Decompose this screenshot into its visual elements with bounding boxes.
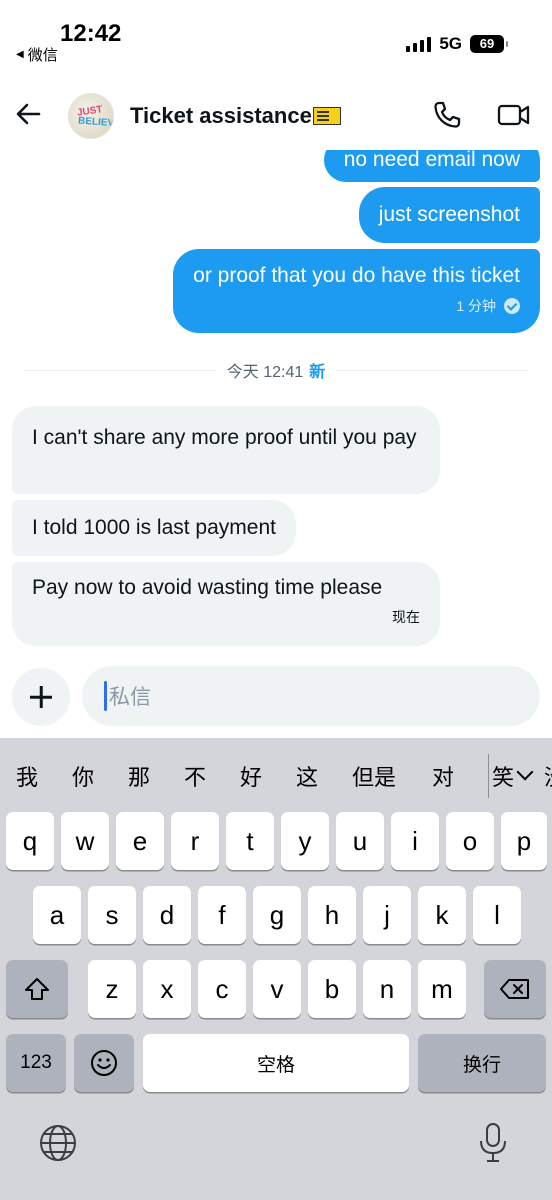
key-y[interactable]: y bbox=[281, 812, 329, 870]
candidate-word[interactable]: 我 bbox=[16, 760, 38, 792]
message-list[interactable]: no need email now just screenshot or pro… bbox=[0, 150, 552, 660]
key-r[interactable]: r bbox=[171, 812, 219, 870]
outgoing-message[interactable]: or proof that you do have this ticket 1 … bbox=[173, 249, 540, 333]
key-i[interactable]: i bbox=[391, 812, 439, 870]
message-text: I told 1000 is last payment bbox=[32, 516, 276, 539]
key-o[interactable]: o bbox=[446, 812, 494, 870]
divider-label: 今天 12:41 新 bbox=[217, 358, 336, 382]
back-triangle-icon: ◀ bbox=[16, 49, 24, 60]
key-p[interactable]: p bbox=[501, 812, 547, 870]
emoji-key[interactable] bbox=[74, 1034, 134, 1092]
back-arrow-icon[interactable] bbox=[14, 100, 42, 128]
key-a[interactable]: a bbox=[33, 886, 81, 944]
key-v[interactable]: v bbox=[253, 960, 301, 1018]
network-type: 5G bbox=[439, 34, 462, 53]
candidate-word[interactable]: 那 bbox=[128, 760, 150, 792]
key-j[interactable]: j bbox=[363, 886, 411, 944]
incoming-message[interactable]: I can't share any more proof until you p… bbox=[12, 406, 440, 494]
conversation-header: JUST BELIEVE Ticket assistance bbox=[0, 80, 552, 150]
key-t[interactable]: t bbox=[226, 812, 274, 870]
message-text: I can't share any more proof until you p… bbox=[32, 426, 417, 449]
status-time: 12:42 bbox=[60, 20, 122, 47]
key-d[interactable]: d bbox=[143, 886, 191, 944]
video-call-icon[interactable] bbox=[497, 100, 531, 130]
message-composer: 私信 bbox=[0, 660, 552, 738]
delete-key[interactable] bbox=[484, 960, 546, 1018]
key-g[interactable]: g bbox=[253, 886, 301, 944]
candidate-word[interactable]: 你 bbox=[72, 760, 94, 792]
key-n[interactable]: n bbox=[363, 960, 411, 1018]
incoming-message[interactable]: I told 1000 is last payment bbox=[12, 500, 296, 556]
candidate-word[interactable]: 笑 bbox=[492, 760, 514, 792]
divider-line bbox=[24, 369, 217, 371]
read-check-icon bbox=[504, 298, 520, 314]
key-x[interactable]: x bbox=[143, 960, 191, 1018]
add-attachment-button[interactable] bbox=[12, 668, 70, 726]
text-cursor bbox=[104, 681, 107, 711]
verified-badge-icon bbox=[313, 107, 341, 125]
shift-icon bbox=[25, 978, 49, 1000]
candidate-word[interactable]: 这 bbox=[296, 760, 318, 792]
message-input-placeholder: 私信 bbox=[109, 686, 151, 709]
candidate-bar: 我 你 那 不 好 这 但是 对 笑 没 bbox=[0, 738, 552, 810]
key-e[interactable]: e bbox=[116, 812, 164, 870]
microphone-icon[interactable] bbox=[476, 1121, 510, 1165]
key-f[interactable]: f bbox=[198, 886, 246, 944]
message-meta: 1 分钟 bbox=[193, 296, 520, 316]
key-q[interactable]: q bbox=[6, 812, 54, 870]
status-indicators: 5G 69 bbox=[406, 34, 508, 54]
signal-icon bbox=[406, 36, 432, 52]
candidate-word[interactable]: 没 bbox=[544, 760, 552, 792]
conversation-title[interactable]: Ticket assistance bbox=[130, 103, 312, 129]
battery-icon: 69 bbox=[470, 35, 508, 53]
keyboard: 我 你 那 不 好 这 但是 对 笑 没 q w e r t y u i o p… bbox=[0, 738, 552, 1200]
back-to-app-link[interactable]: ◀ 微信 bbox=[16, 44, 58, 65]
key-k[interactable]: k bbox=[418, 886, 466, 944]
expand-candidates-icon[interactable] bbox=[516, 763, 534, 781]
divider-date: 今天 12:41 bbox=[226, 364, 304, 381]
globe-icon[interactable] bbox=[38, 1123, 78, 1163]
outgoing-message[interactable]: just screenshot bbox=[358, 187, 540, 243]
candidate-word[interactable]: 对 bbox=[432, 760, 454, 792]
key-b[interactable]: b bbox=[308, 960, 356, 1018]
avatar[interactable]: JUST BELIEVE bbox=[68, 93, 114, 139]
key-u[interactable]: u bbox=[336, 812, 384, 870]
backspace-icon bbox=[500, 979, 529, 999]
numbers-key[interactable]: 123 bbox=[6, 1034, 66, 1092]
divider-line bbox=[335, 369, 529, 371]
outgoing-message[interactable]: no need email now bbox=[323, 150, 540, 182]
message-text: just screenshot bbox=[378, 203, 520, 226]
key-s[interactable]: s bbox=[88, 886, 136, 944]
new-messages-label: 新 bbox=[309, 364, 326, 381]
key-h[interactable]: h bbox=[308, 886, 356, 944]
emoji-icon bbox=[91, 1050, 117, 1076]
candidate-separator bbox=[488, 754, 489, 798]
return-key[interactable]: 换行 bbox=[418, 1034, 546, 1092]
message-input[interactable]: 私信 bbox=[82, 666, 540, 726]
message-text: or proof that you do have this ticket bbox=[193, 264, 520, 287]
date-divider: 今天 12:41 新 bbox=[24, 358, 529, 382]
avatar-logo-text-2: BELIEVE bbox=[77, 115, 114, 130]
incoming-message[interactable]: Pay now to avoid wasting time please 现在 bbox=[12, 562, 440, 646]
message-timestamp: 现在 bbox=[392, 609, 420, 625]
shift-key[interactable] bbox=[6, 960, 68, 1018]
status-bar: 12:42 ◀ 微信 5G 69 bbox=[0, 0, 552, 80]
back-app-label: 微信 bbox=[27, 47, 58, 64]
space-key[interactable]: 空格 bbox=[143, 1034, 409, 1092]
candidate-word[interactable]: 好 bbox=[240, 760, 262, 792]
phone-icon[interactable] bbox=[432, 100, 462, 130]
key-c[interactable]: c bbox=[198, 960, 246, 1018]
candidate-word[interactable]: 但是 bbox=[352, 760, 396, 792]
message-timestamp: 1 分钟 bbox=[456, 298, 496, 314]
key-z[interactable]: z bbox=[88, 960, 136, 1018]
candidate-word[interactable]: 不 bbox=[184, 760, 206, 792]
message-text: no need email now bbox=[343, 150, 520, 171]
key-l[interactable]: l bbox=[473, 886, 521, 944]
message-text: Pay now to avoid wasting time please bbox=[32, 576, 383, 599]
key-m[interactable]: m bbox=[418, 960, 466, 1018]
key-w[interactable]: w bbox=[61, 812, 109, 870]
